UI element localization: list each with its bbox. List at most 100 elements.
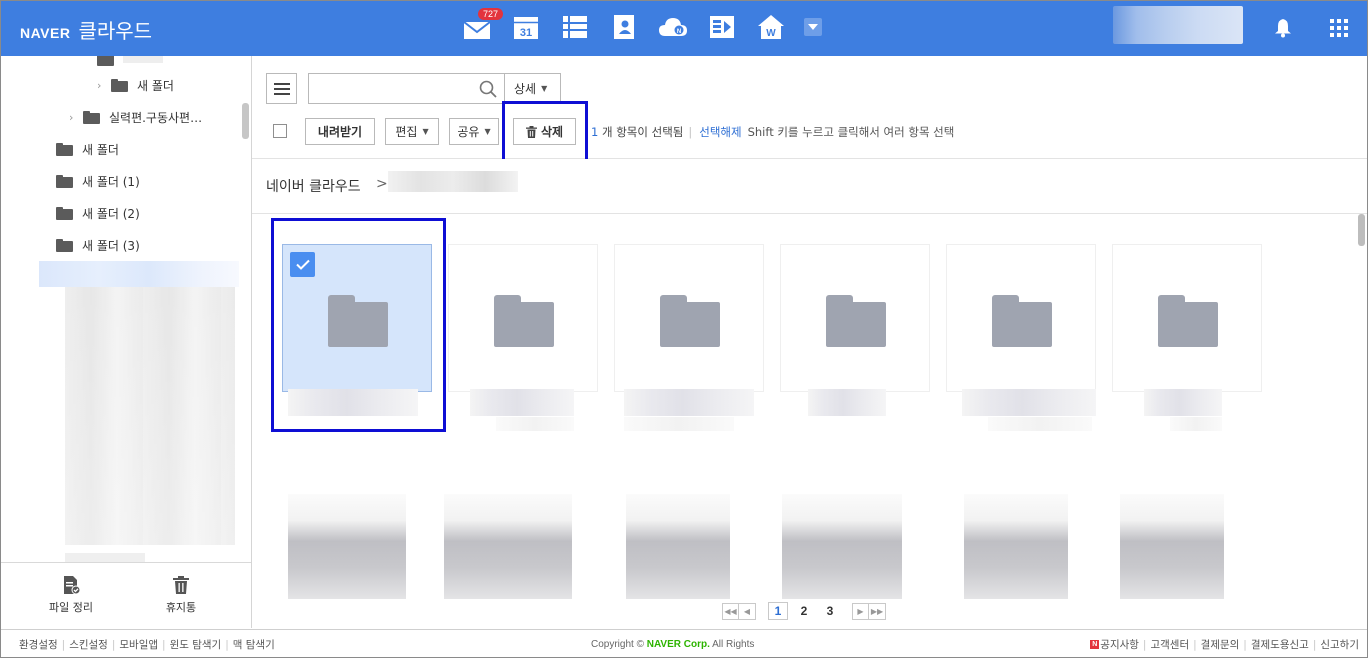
footer-link-payment-inquiry[interactable]: 결제문의 [1201, 637, 1240, 652]
sidebar-scrollbar[interactable] [242, 103, 249, 139]
chevron-right-icon[interactable]: › [69, 111, 83, 124]
folder-card[interactable] [1112, 244, 1262, 392]
folder-name-redacted [496, 417, 574, 431]
folder-tree-item[interactable]: › 새 폴더 [97, 74, 174, 96]
divider: | [1243, 638, 1247, 651]
share-dropdown-button[interactable]: 공유 ▼ [449, 118, 499, 145]
file-thumbnail-redacted[interactable] [288, 494, 406, 599]
breadcrumb: 네이버 클라우드 > [252, 159, 1367, 214]
first-page-icon[interactable]: ◀◀ [722, 602, 739, 620]
search-input[interactable] [309, 74, 469, 103]
folder-name-redacted [988, 417, 1092, 431]
footer-link-notice[interactable]: 공지사항 [1100, 637, 1139, 652]
mail-unread-badge: 727 [478, 8, 504, 20]
folder-name-redacted [624, 417, 734, 431]
file-organize-button[interactable]: 파일 정리 [31, 575, 111, 615]
page-number-current[interactable]: 1 [768, 602, 788, 620]
folder-tree-item-partial[interactable] [97, 56, 163, 70]
list-menu-button[interactable] [266, 73, 297, 104]
partial-label [123, 56, 163, 63]
file-organize-icon [64, 576, 81, 595]
folder-card[interactable] [946, 244, 1096, 392]
user-profile-area[interactable] [1113, 6, 1243, 44]
mail-icon[interactable]: 727 [461, 8, 504, 43]
delete-button-highlight [502, 101, 588, 162]
folder-tree-item[interactable]: 새 폴더 [56, 138, 119, 160]
folder-icon [83, 110, 100, 124]
detail-search-label: 상세 [514, 82, 537, 96]
folder-card[interactable] [614, 244, 764, 392]
breadcrumb-root[interactable]: 네이버 클라우드 [266, 176, 361, 196]
folder-tree-item[interactable]: 새 폴더 (1) [56, 170, 140, 192]
brand-logo[interactable]: NAVER 클라우드 [20, 15, 152, 44]
footer-link-report[interactable]: 신고하기 [1320, 637, 1359, 652]
footer-link-mac-explorer[interactable]: 맥 탐색기 [233, 639, 275, 651]
sidebar-tools: 파일 정리 휴지통 [1, 562, 251, 628]
footer-link-skin[interactable]: 스킨설정 [69, 639, 108, 651]
divider: | [111, 639, 116, 651]
folder-tree-label: 새 폴더 (2) [82, 206, 140, 221]
file-thumbnail-redacted[interactable] [626, 494, 730, 599]
folder-tree-item[interactable]: › 실력편.구동사편… [69, 106, 202, 128]
footer-link-windows-explorer[interactable]: 윈도 탐색기 [170, 639, 222, 651]
file-thumbnail-redacted[interactable] [444, 494, 572, 599]
contacts-icon[interactable] [608, 11, 640, 43]
page-number[interactable]: 2 [794, 602, 814, 620]
download-label: 내려받기 [317, 125, 363, 139]
folder-card[interactable] [780, 244, 930, 392]
chevron-right-icon[interactable]: › [97, 79, 111, 92]
folder-tree-item[interactable]: 새 폴더 (3) [56, 234, 140, 256]
blog-home-icon[interactable]: W [755, 11, 787, 43]
folder-tree-item[interactable]: 새 폴더 (2) [56, 202, 140, 224]
folder-name-redacted [1144, 389, 1222, 416]
footer-link-payment-fraud[interactable]: 결제도용신고 [1251, 637, 1309, 652]
pagination: ◀◀ ◀ 1 2 3 ▶ ▶▶ [722, 601, 886, 621]
last-page-icon[interactable]: ▶▶ [869, 602, 886, 620]
file-toolbar: 상세 ▼ 내려받기 편집 ▼ 공유 ▼ 삭제 1 개 항목이 선택됨 | 선택해제 S… [252, 56, 1367, 162]
file-thumbnail-redacted[interactable] [964, 494, 1068, 599]
folder-card[interactable] [448, 244, 598, 392]
page-number[interactable]: 3 [820, 602, 840, 620]
notification-bell-icon[interactable] [1273, 18, 1293, 41]
footer-link-mobile-app[interactable]: 모바일앱 [119, 639, 158, 651]
cloud-icon[interactable]: N [657, 11, 689, 43]
divider: | [162, 639, 166, 651]
prev-page-icon[interactable]: ◀ [739, 602, 756, 620]
search-icon[interactable] [479, 80, 497, 98]
divider: | [1193, 638, 1197, 651]
office-icon[interactable] [706, 11, 738, 43]
shift-hint: Shift 키를 누르고 클릭해서 여러 항목 선택 [747, 125, 955, 139]
download-button[interactable]: 내려받기 [305, 118, 375, 145]
breadcrumb-current-redacted[interactable] [388, 171, 518, 192]
naver-logo-text: NAVER [20, 25, 71, 41]
trash-button[interactable]: 휴지통 [141, 575, 221, 615]
file-thumbnail-redacted[interactable] [1120, 494, 1224, 599]
folder-name-redacted [962, 389, 1096, 416]
deselect-link[interactable]: 선택해제 [699, 125, 741, 139]
folder-tree-label: 새 폴더 [137, 78, 174, 93]
file-thumbnail-redacted[interactable] [782, 494, 902, 599]
edit-dropdown-button[interactable]: 편집 ▼ [385, 118, 439, 145]
folder-icon [97, 56, 114, 66]
selected-folder-highlight [271, 218, 446, 432]
apps-grid-icon[interactable] [1330, 19, 1348, 40]
divider: | [61, 639, 66, 651]
copyright-prefix: Copyright © [591, 639, 644, 650]
footer-link-support[interactable]: 고객센터 [1150, 637, 1189, 652]
trash-icon [173, 576, 189, 594]
folder-tree-label: 실력편.구동사편… [109, 110, 203, 125]
new-badge-icon: N [1090, 640, 1100, 649]
select-all-checkbox[interactable] [273, 124, 287, 138]
calendar-icon[interactable]: 31 [510, 11, 542, 43]
more-apps-icon[interactable] [804, 18, 822, 36]
folder-icon [1158, 295, 1218, 347]
content-scrollbar[interactable] [1358, 214, 1365, 246]
next-page-icon[interactable]: ▶ [852, 602, 869, 620]
footer-left-links: 환경설정 | 스킨설정 | 모바일앱 | 윈도 탐색기 | 맥 탐색기 [19, 637, 275, 652]
detail-search-dropdown[interactable]: 상세 ▼ [505, 73, 561, 104]
memo-list-icon[interactable] [559, 11, 591, 43]
copyright-corp[interactable]: NAVER Corp. [647, 639, 710, 650]
footer-link-settings[interactable]: 환경설정 [19, 639, 58, 651]
folder-icon [56, 142, 73, 156]
selected-folder-redacted[interactable] [39, 261, 239, 287]
